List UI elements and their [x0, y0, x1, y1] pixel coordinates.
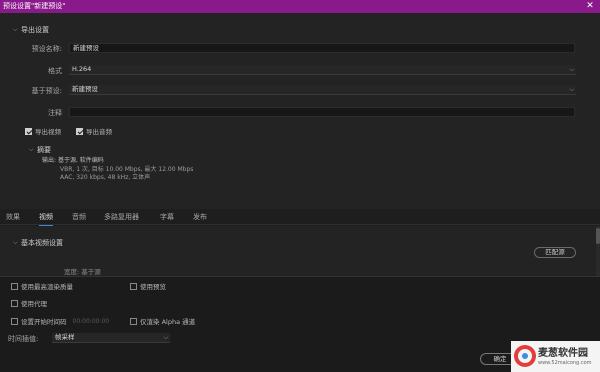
checkbox-icon — [11, 282, 18, 290]
window-title: 预设设置"新建预设" — [3, 2, 66, 10]
checkbox-icon — [130, 317, 137, 325]
export-video-checkbox[interactable]: 导出视频 — [25, 126, 61, 136]
preset-name-label: 预设名称: — [31, 45, 62, 53]
tab-video[interactable]: 视频 — [39, 212, 53, 226]
export-video-label: 导出视频 — [35, 128, 61, 136]
tab-audio[interactable]: 音频 — [72, 212, 86, 222]
watermark: 麦葱软件园 www.52maicong.com — [511, 341, 600, 372]
use-preview-checkbox[interactable]: 使用预览 — [130, 281, 166, 291]
summary-header[interactable]: ⌵ 摘要 — [29, 145, 51, 155]
summary-title: 摘要 — [37, 146, 51, 154]
close-icon[interactable]: ✕ — [585, 1, 595, 12]
format-dropdown[interactable]: H.264 ⌵ — [69, 65, 576, 75]
set-start-timecode-label: 设置开始时间码 — [21, 318, 67, 326]
start-timecode-value: 00:00:00:00 — [72, 317, 110, 325]
format-label: 格式 — [48, 67, 62, 75]
export-settings-header[interactable]: ⌵ 导出设置 — [13, 25, 49, 35]
scrollbar-thumb[interactable] — [596, 228, 600, 244]
based-on-value: 新建预设 — [72, 85, 98, 93]
tab-effects[interactable]: 效果 — [6, 212, 20, 222]
based-on-label: 基于预设: — [31, 87, 62, 95]
based-on-dropdown[interactable]: 新建预设 ⌵ — [69, 85, 576, 95]
comment-input[interactable] — [69, 107, 575, 117]
watermark-title: 麦葱软件园 — [538, 348, 588, 359]
checkbox-checked-icon — [25, 127, 32, 135]
summary-output-label: 输出: — [42, 157, 57, 164]
preset-name-input[interactable]: 新建预设 — [69, 43, 575, 53]
time-interp-label: 时间插值: — [8, 335, 39, 343]
checkbox-icon — [130, 282, 137, 290]
tab-publish[interactable]: 发布 — [193, 212, 207, 222]
chevron-down-icon: ⌵ — [569, 86, 574, 93]
basic-video-title: 基本视频设置 — [21, 239, 63, 247]
use-proxy-label: 使用代理 — [21, 300, 47, 308]
set-start-timecode-checkbox[interactable]: 设置开始时间码 00:00:00:00 — [11, 316, 109, 326]
time-interp-dropdown[interactable]: 帧采样 ⌵ — [52, 333, 170, 343]
comment-label: 注释 — [48, 109, 62, 117]
chevron-down-icon: ⌵ — [13, 26, 18, 33]
render-alpha-label: 仅渲染 Alpha 通道 — [140, 318, 196, 326]
tab-captions[interactable]: 字幕 — [160, 212, 174, 222]
use-preview-label: 使用预览 — [140, 283, 166, 291]
summary-line-2: VBR, 1 次, 目标 10.00 Mbps, 最大 12.00 Mbps — [60, 166, 194, 173]
watermark-logo-icon — [514, 345, 536, 367]
chevron-down-icon: ⌵ — [13, 239, 18, 246]
export-settings-title: 导出设置 — [21, 26, 49, 34]
format-value: H.264 — [72, 65, 92, 73]
tab-multiplexer[interactable]: 多路复用器 — [104, 212, 139, 222]
export-audio-label: 导出音频 — [86, 128, 112, 136]
width-partial-line: 宽度: 基于源 — [64, 268, 101, 276]
checkbox-icon — [11, 317, 18, 325]
time-interp-value: 帧采样 — [55, 333, 75, 341]
chevron-down-icon: ⌵ — [569, 66, 574, 73]
checkbox-icon — [11, 299, 18, 307]
use-proxy-checkbox[interactable]: 使用代理 — [11, 298, 47, 308]
chevron-down-icon: ⌵ — [163, 334, 168, 341]
title-bar: 预设设置"新建预设" ✕ — [0, 0, 600, 13]
max-render-quality-label: 使用最高渲染质量 — [21, 283, 73, 291]
basic-video-header[interactable]: ⌵ 基本视频设置 — [13, 238, 63, 248]
summary-output: 输出: 基于源, 软件编码 — [42, 157, 104, 164]
render-alpha-checkbox[interactable]: 仅渲染 Alpha 通道 — [130, 316, 195, 326]
watermark-url: www.52maicong.com — [538, 360, 592, 366]
summary-line-3: AAC, 320 kbps, 48 kHz, 立体声 — [60, 174, 151, 181]
summary-line-1: 基于源, 软件编码 — [57, 157, 104, 164]
max-render-quality-checkbox[interactable]: 使用最高渲染质量 — [11, 281, 73, 291]
export-audio-checkbox[interactable]: 导出音频 — [76, 126, 112, 136]
checkbox-checked-icon — [76, 127, 83, 135]
chevron-down-icon: ⌵ — [29, 146, 34, 153]
settings-tabs: 效果 视频 音频 多路复用器 字幕 发布 — [0, 209, 600, 226]
match-source-button[interactable]: 匹配源 — [534, 247, 576, 258]
